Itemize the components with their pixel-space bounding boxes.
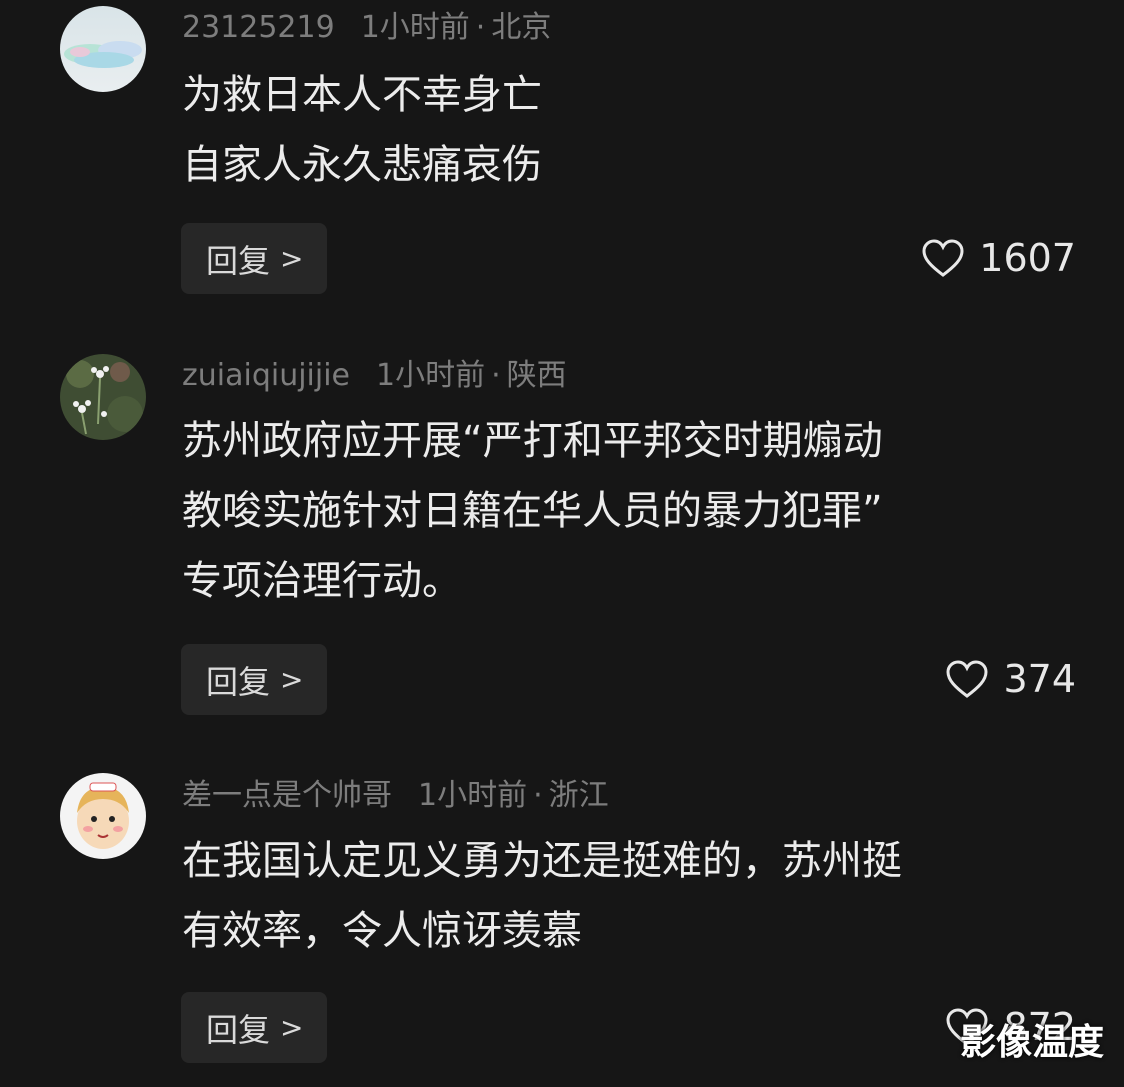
watermark: 影像温度 [959,1022,1104,1063]
reply-button[interactable]: 回复 > [181,992,327,1063]
like-count: 374 [1003,657,1076,701]
comment-meta: 差一点是个帅哥 1小时前 · 浙江 [182,776,609,816]
comment-text: 苏州政府应开展“严打和平邦交时期煽动 教唆实施针对日籍在华人员的暴力犯罪” 专项… [182,406,883,616]
comment-time: 1小时前 [360,10,470,45]
user-avatar[interactable] [60,6,146,92]
comment-line: 教唆实施针对日籍在华人员的暴力犯罪” [182,488,883,534]
reply-label: 回复 [206,241,271,280]
cartoon-boy-avatar-icon [60,773,146,859]
meta-separator: · [475,10,486,45]
heart-icon [946,660,988,698]
comment-line: 为救日本人不幸身亡 [182,72,542,118]
like-count: 1607 [979,236,1076,280]
reply-label: 回复 [206,1010,271,1049]
comment-time: 1小时前 [376,358,486,393]
comment-line: 苏州政府应开展“严打和平邦交时期煽动 [182,418,883,464]
reply-button[interactable]: 回复 > [181,223,327,294]
username[interactable]: 23125219 [182,10,335,45]
user-avatar[interactable] [60,773,146,859]
like-button[interactable]: 1607 [921,236,1076,280]
username[interactable]: zuiaiqiujijie [182,358,350,393]
comment-text: 在我国认定见义勇为还是挺难的，苏州挺 有效率，令人惊讶羡慕 [182,826,902,966]
comment-time: 1小时前 [418,778,528,813]
comment-line: 自家人永久悲痛哀伤 [182,142,542,188]
like-button[interactable]: 374 [945,657,1076,701]
reply-button[interactable]: 回复 > [181,644,327,715]
comment-line: 在我国认定见义勇为还是挺难的，苏州挺 [182,838,902,884]
user-avatar[interactable] [60,354,146,440]
comment-location: 陕西 [506,358,567,393]
chevron-right-icon: > [280,663,304,696]
chevron-right-icon: > [280,1011,304,1044]
comment-location: 北京 [491,10,552,45]
chevron-right-icon: > [280,242,304,275]
meta-separator: · [533,778,543,813]
heart-icon [922,239,964,277]
comment-line: 有效率，令人惊讶羡慕 [182,908,582,954]
comment-location: 浙江 [548,778,609,813]
username[interactable]: 差一点是个帅哥 [182,778,392,813]
meta-separator: · [491,358,501,393]
comment-text: 为救日本人不幸身亡 自家人永久悲痛哀伤 [182,60,542,200]
comment-meta: 23125219 1小时前 · 北京 [182,8,551,48]
comment-line: 专项治理行动。 [182,558,462,604]
sky-avatar-icon [60,6,146,92]
reply-label: 回复 [206,662,271,701]
flower-avatar-icon [60,354,146,440]
comment-meta: zuiaiqiujijie 1小时前 · 陕西 [182,356,567,396]
